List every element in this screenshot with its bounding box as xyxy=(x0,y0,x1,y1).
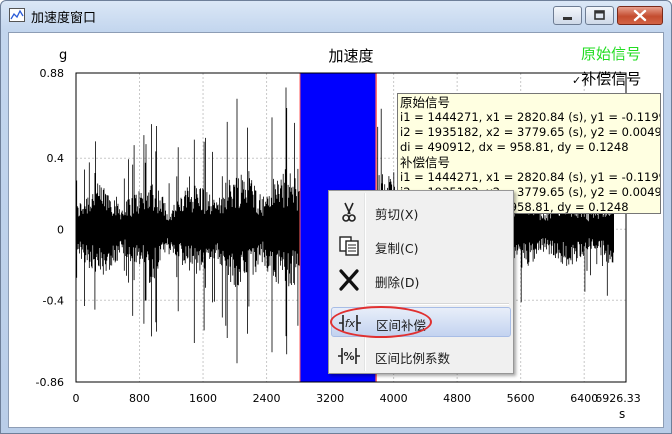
maximize-button[interactable] xyxy=(585,6,614,25)
window-chart-icon xyxy=(9,8,25,22)
x-tick-label: 0 xyxy=(73,392,80,405)
x-tick-label: 1600 xyxy=(189,392,217,405)
svg-text:fx: fx xyxy=(345,317,356,330)
percent-icon: % xyxy=(338,348,360,364)
context-menu: 剪切(X) 复制(C) 删除(D) fx 区间补偿 % 区间比例系数 xyxy=(328,190,514,374)
menu-item-label: 区间比例系数 xyxy=(375,351,451,366)
menu-item-label: 区间补偿 xyxy=(376,318,427,333)
x-tick-label: 4800 xyxy=(443,392,471,405)
chart-title: 加速度 xyxy=(328,47,373,65)
fx-icon: fx xyxy=(339,315,361,331)
tooltip-line: i2 = 1935182, x2 = 3779.65 (s), y2 = 0.0… xyxy=(400,125,661,139)
check-mark-icon: ✓ xyxy=(572,74,582,87)
tooltip-header-compensated: 补偿信号 xyxy=(400,155,451,170)
tooltip-line: i1 = 1444271, x1 = 2820.84 (s), y1 = -0.… xyxy=(400,170,661,184)
delete-x-icon xyxy=(339,269,359,291)
svg-text:%: % xyxy=(343,350,354,363)
x-axis-label: s xyxy=(619,407,625,421)
window-title: 加速度窗口 xyxy=(31,11,97,26)
menu-item-delete[interactable]: 删除(D) xyxy=(331,265,511,295)
menu-item-interval-compensation[interactable]: fx 区间补偿 xyxy=(331,307,511,337)
y-tick-label: -0.86 xyxy=(36,376,64,389)
menu-item-cut[interactable]: 剪切(X) xyxy=(331,197,511,227)
title-bar[interactable]: 加速度窗口 xyxy=(1,1,671,31)
maximize-icon xyxy=(594,10,605,20)
x-tick-label: 800 xyxy=(129,392,150,405)
menu-item-interval-ratio[interactable]: % 区间比例系数 xyxy=(331,341,511,371)
legend-compensated[interactable]: ✓补偿信号 xyxy=(572,68,641,89)
legend-compensated-label: 补偿信号 xyxy=(581,70,642,88)
close-icon xyxy=(633,9,647,22)
scissors-icon xyxy=(342,202,356,222)
minimize-button[interactable] xyxy=(553,6,582,25)
y-axis-label: g xyxy=(59,48,67,63)
minimize-icon xyxy=(563,17,572,20)
menu-separator xyxy=(367,303,509,305)
tooltip-line: i1 = 1444271, x1 = 2820.84 (s), y1 = -0.… xyxy=(400,110,661,124)
x-tick-label: 4000 xyxy=(380,392,408,405)
y-tick-label: 0 xyxy=(57,223,64,236)
x-tick-label: 6400 xyxy=(570,392,598,405)
x-tick-label: 2400 xyxy=(253,392,281,405)
legend-original[interactable]: 原始信号 xyxy=(581,43,641,64)
x-tick-label: 6926.33 xyxy=(595,392,641,405)
copy-icon xyxy=(339,236,359,256)
y-tick-label: 0.4 xyxy=(47,152,65,165)
tooltip-line: di = 490912, dx = 958.81, dy = 0.1248 xyxy=(400,140,629,154)
y-tick-label: -0.4 xyxy=(43,294,64,307)
menu-item-label: 复制(C) xyxy=(375,241,419,256)
x-tick-label: 5600 xyxy=(507,392,535,405)
menu-item-label: 删除(D) xyxy=(375,275,420,290)
tooltip-header-original: 原始信号 xyxy=(400,95,451,110)
menu-item-copy[interactable]: 复制(C) xyxy=(331,231,511,261)
menu-item-label: 剪切(X) xyxy=(375,207,419,222)
y-tick-label: 0.88 xyxy=(40,67,65,80)
x-tick-label: 3200 xyxy=(316,392,344,405)
close-button[interactable] xyxy=(617,6,663,25)
